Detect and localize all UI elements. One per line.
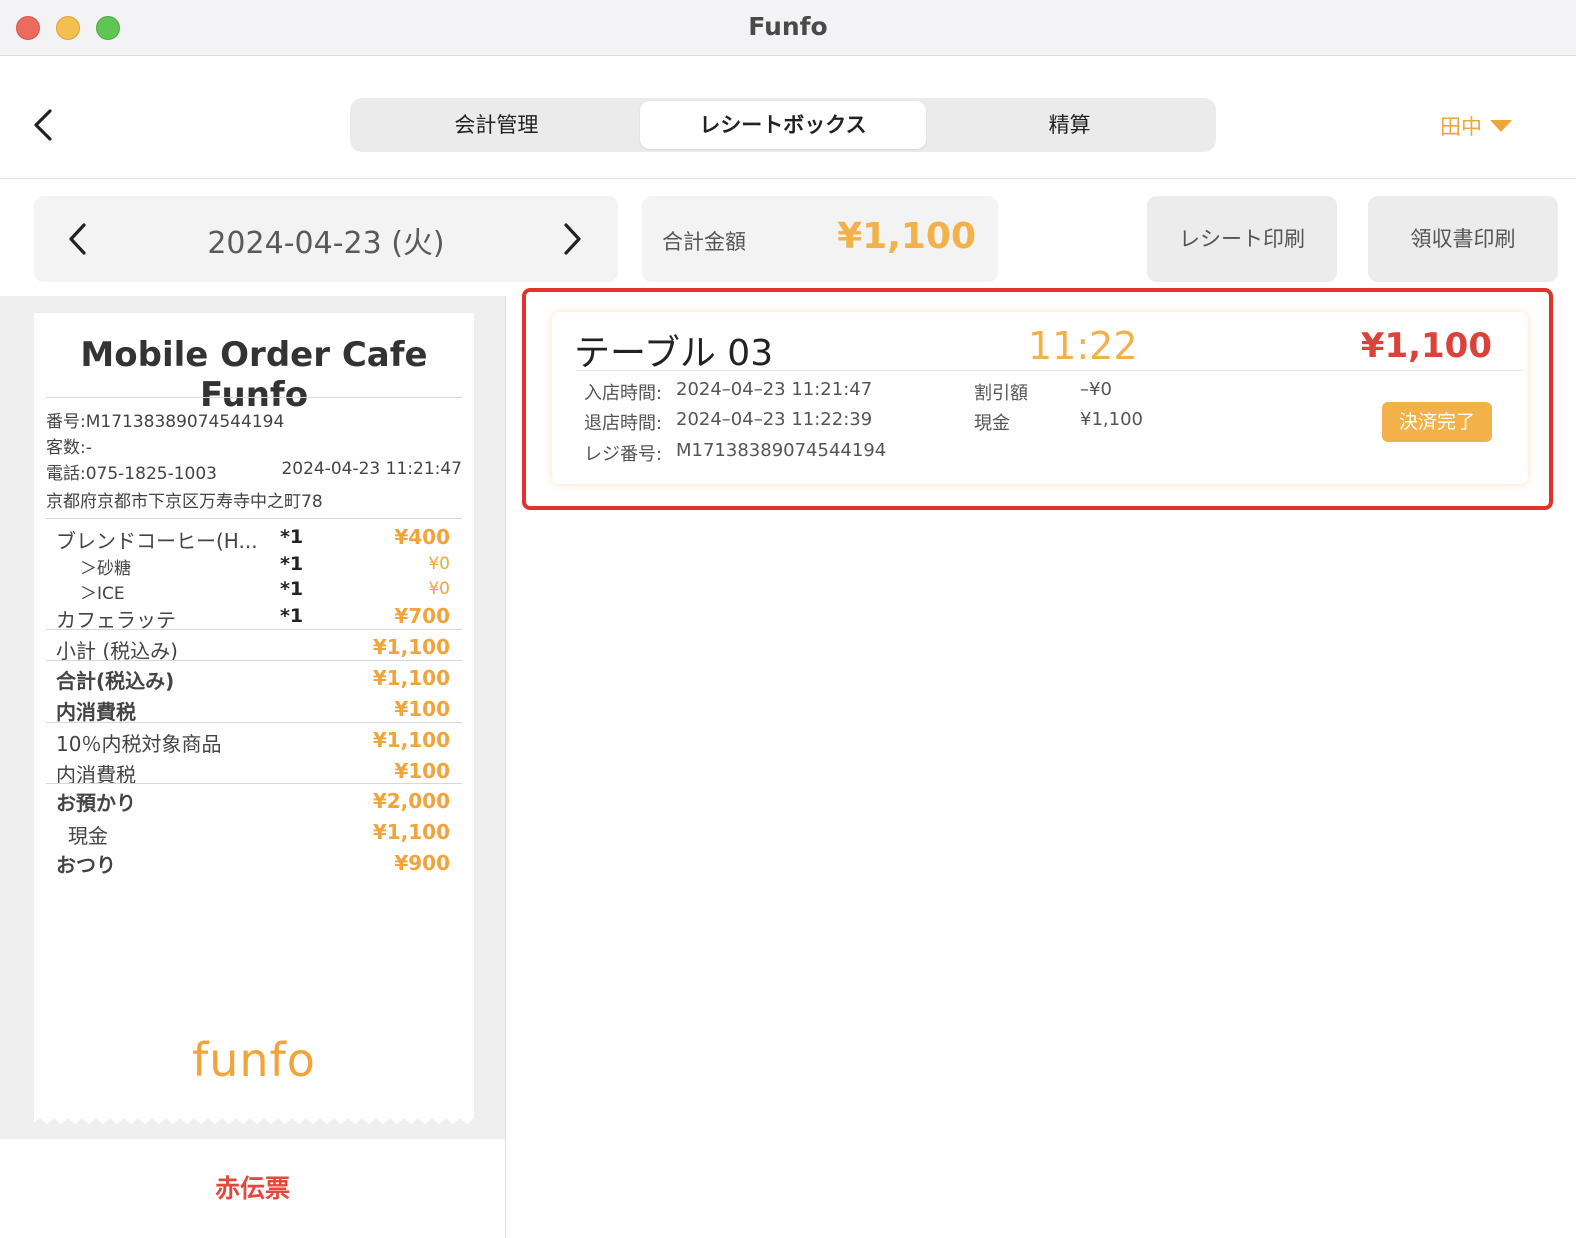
transaction-card[interactable]: テーブル 03 11:22 ¥1,100 入店時間: 2024–04–23 11… (552, 312, 1528, 484)
window-title: Funfo (748, 12, 828, 41)
receipt-preview-panel: Mobile Order Cafe Funfo 番号:M171383890745… (0, 296, 506, 1238)
tab-settlement[interactable]: 精算 (926, 101, 1213, 149)
tax-label: 内消費税 (56, 700, 136, 724)
receipt-torn-edge (34, 1110, 474, 1124)
register-number-label: レジ番号: (584, 444, 663, 465)
user-name: 田中 (1440, 115, 1482, 139)
taxable-label: 10％内税対象商品 (56, 732, 222, 756)
deposit-value: ¥2,000 (372, 789, 450, 813)
chevron-right-icon (564, 223, 581, 255)
receipt-datetime: 2024-04-23 11:21:47 (281, 459, 462, 479)
line-item-qty: *1 (280, 578, 304, 600)
chevron-left-icon (34, 109, 52, 141)
caret-down-icon (1490, 120, 1512, 132)
line-item-qty: *1 (280, 526, 304, 548)
tax2-value: ¥100 (394, 759, 450, 783)
deposit-label: お預かり (56, 791, 136, 815)
line-item-price: ¥700 (394, 604, 450, 628)
line-item-price: ¥0 (428, 554, 450, 574)
status-badge: 決済完了 (1382, 402, 1492, 442)
table-name: テーブル 03 (574, 333, 774, 374)
main-tabs: 会計管理 レシートボックス 精算 (350, 98, 1216, 152)
divider (46, 722, 462, 723)
total-summary: 合計金額 ¥1,100 (642, 196, 998, 282)
exit-time-label: 退店時間: (584, 413, 663, 434)
payment-method-label: 現金 (974, 413, 1010, 434)
back-button[interactable] (28, 105, 60, 145)
total-value: ¥1,100 (372, 666, 450, 690)
taxable-value: ¥1,100 (372, 728, 450, 752)
tax-value: ¥100 (394, 697, 450, 721)
total-label: 合計(税込み) (56, 669, 175, 693)
line-item-price: ¥0 (428, 579, 450, 599)
date-navigator: 2024-04-23 (火) (34, 196, 618, 282)
entry-time-label: 入店時間: (584, 383, 663, 404)
line-item-name: ＞砂糖 (80, 559, 131, 579)
funfo-logo: funfo (192, 1033, 316, 1087)
chevron-left-icon (69, 223, 86, 255)
exit-time-value: 2024–04–23 11:22:39 (676, 409, 873, 430)
next-day-button[interactable] (558, 220, 586, 258)
entry-time-value: 2024–04–23 11:21:47 (676, 379, 873, 400)
divider (46, 629, 462, 630)
print-invoice-button[interactable]: 領収書印刷 (1368, 196, 1558, 282)
total-label: 合計金額 (662, 230, 746, 254)
register-number-value: M17138389074544194 (676, 440, 887, 461)
divider (46, 518, 462, 519)
subtotal-value: ¥1,100 (372, 635, 450, 659)
change-value: ¥900 (394, 851, 450, 875)
shop-name: Mobile Order Cafe Funfo (80, 335, 428, 415)
title-bar: Funfo (0, 0, 1576, 56)
guest-count: 客数:- (46, 438, 92, 458)
receipt-paper: Mobile Order Cafe Funfo 番号:M171383890745… (34, 313, 474, 1111)
line-item-name: ブレンドコーヒー(H... (56, 529, 258, 553)
divider (46, 397, 462, 398)
cash-label: 現金 (68, 824, 108, 848)
previous-day-button[interactable] (64, 220, 92, 258)
line-item-price: ¥400 (394, 525, 450, 549)
line-item-qty: *1 (280, 605, 304, 627)
divider (576, 370, 1522, 371)
payment-method-value: ¥1,100 (1080, 409, 1143, 430)
shop-phone: 電話:075-1825-1003 (46, 464, 217, 484)
discount-label: 割引額 (974, 383, 1028, 404)
transaction-amount: ¥1,100 (1360, 326, 1492, 366)
transaction-time: 11:22 (1028, 324, 1138, 368)
discount-value: –¥0 (1080, 379, 1112, 400)
cash-value: ¥1,100 (372, 820, 450, 844)
tab-receipt-box[interactable]: レシートボックス (639, 101, 927, 149)
receipt-number: 番号:M17138389074544194 (46, 412, 285, 432)
line-item-qty: *1 (280, 553, 304, 575)
current-date: 2024-04-23 (火) (207, 226, 445, 261)
divider (46, 660, 462, 661)
divider (46, 783, 462, 784)
total-value: ¥1,100 (837, 216, 976, 257)
line-item-name: ＞ICE (80, 584, 125, 604)
change-label: おつり (56, 853, 116, 877)
red-slip-button[interactable]: 赤伝票 (0, 1139, 505, 1238)
print-receipt-button[interactable]: レシート印刷 (1147, 196, 1337, 282)
user-menu[interactable]: 田中 (1440, 111, 1512, 141)
shop-address: 京都府京都市下京区万寿寺中之町78 (46, 492, 323, 512)
tab-accounting[interactable]: 会計管理 (353, 101, 640, 149)
app-header: 会計管理 レシートボックス 精算 田中 (0, 57, 1576, 179)
